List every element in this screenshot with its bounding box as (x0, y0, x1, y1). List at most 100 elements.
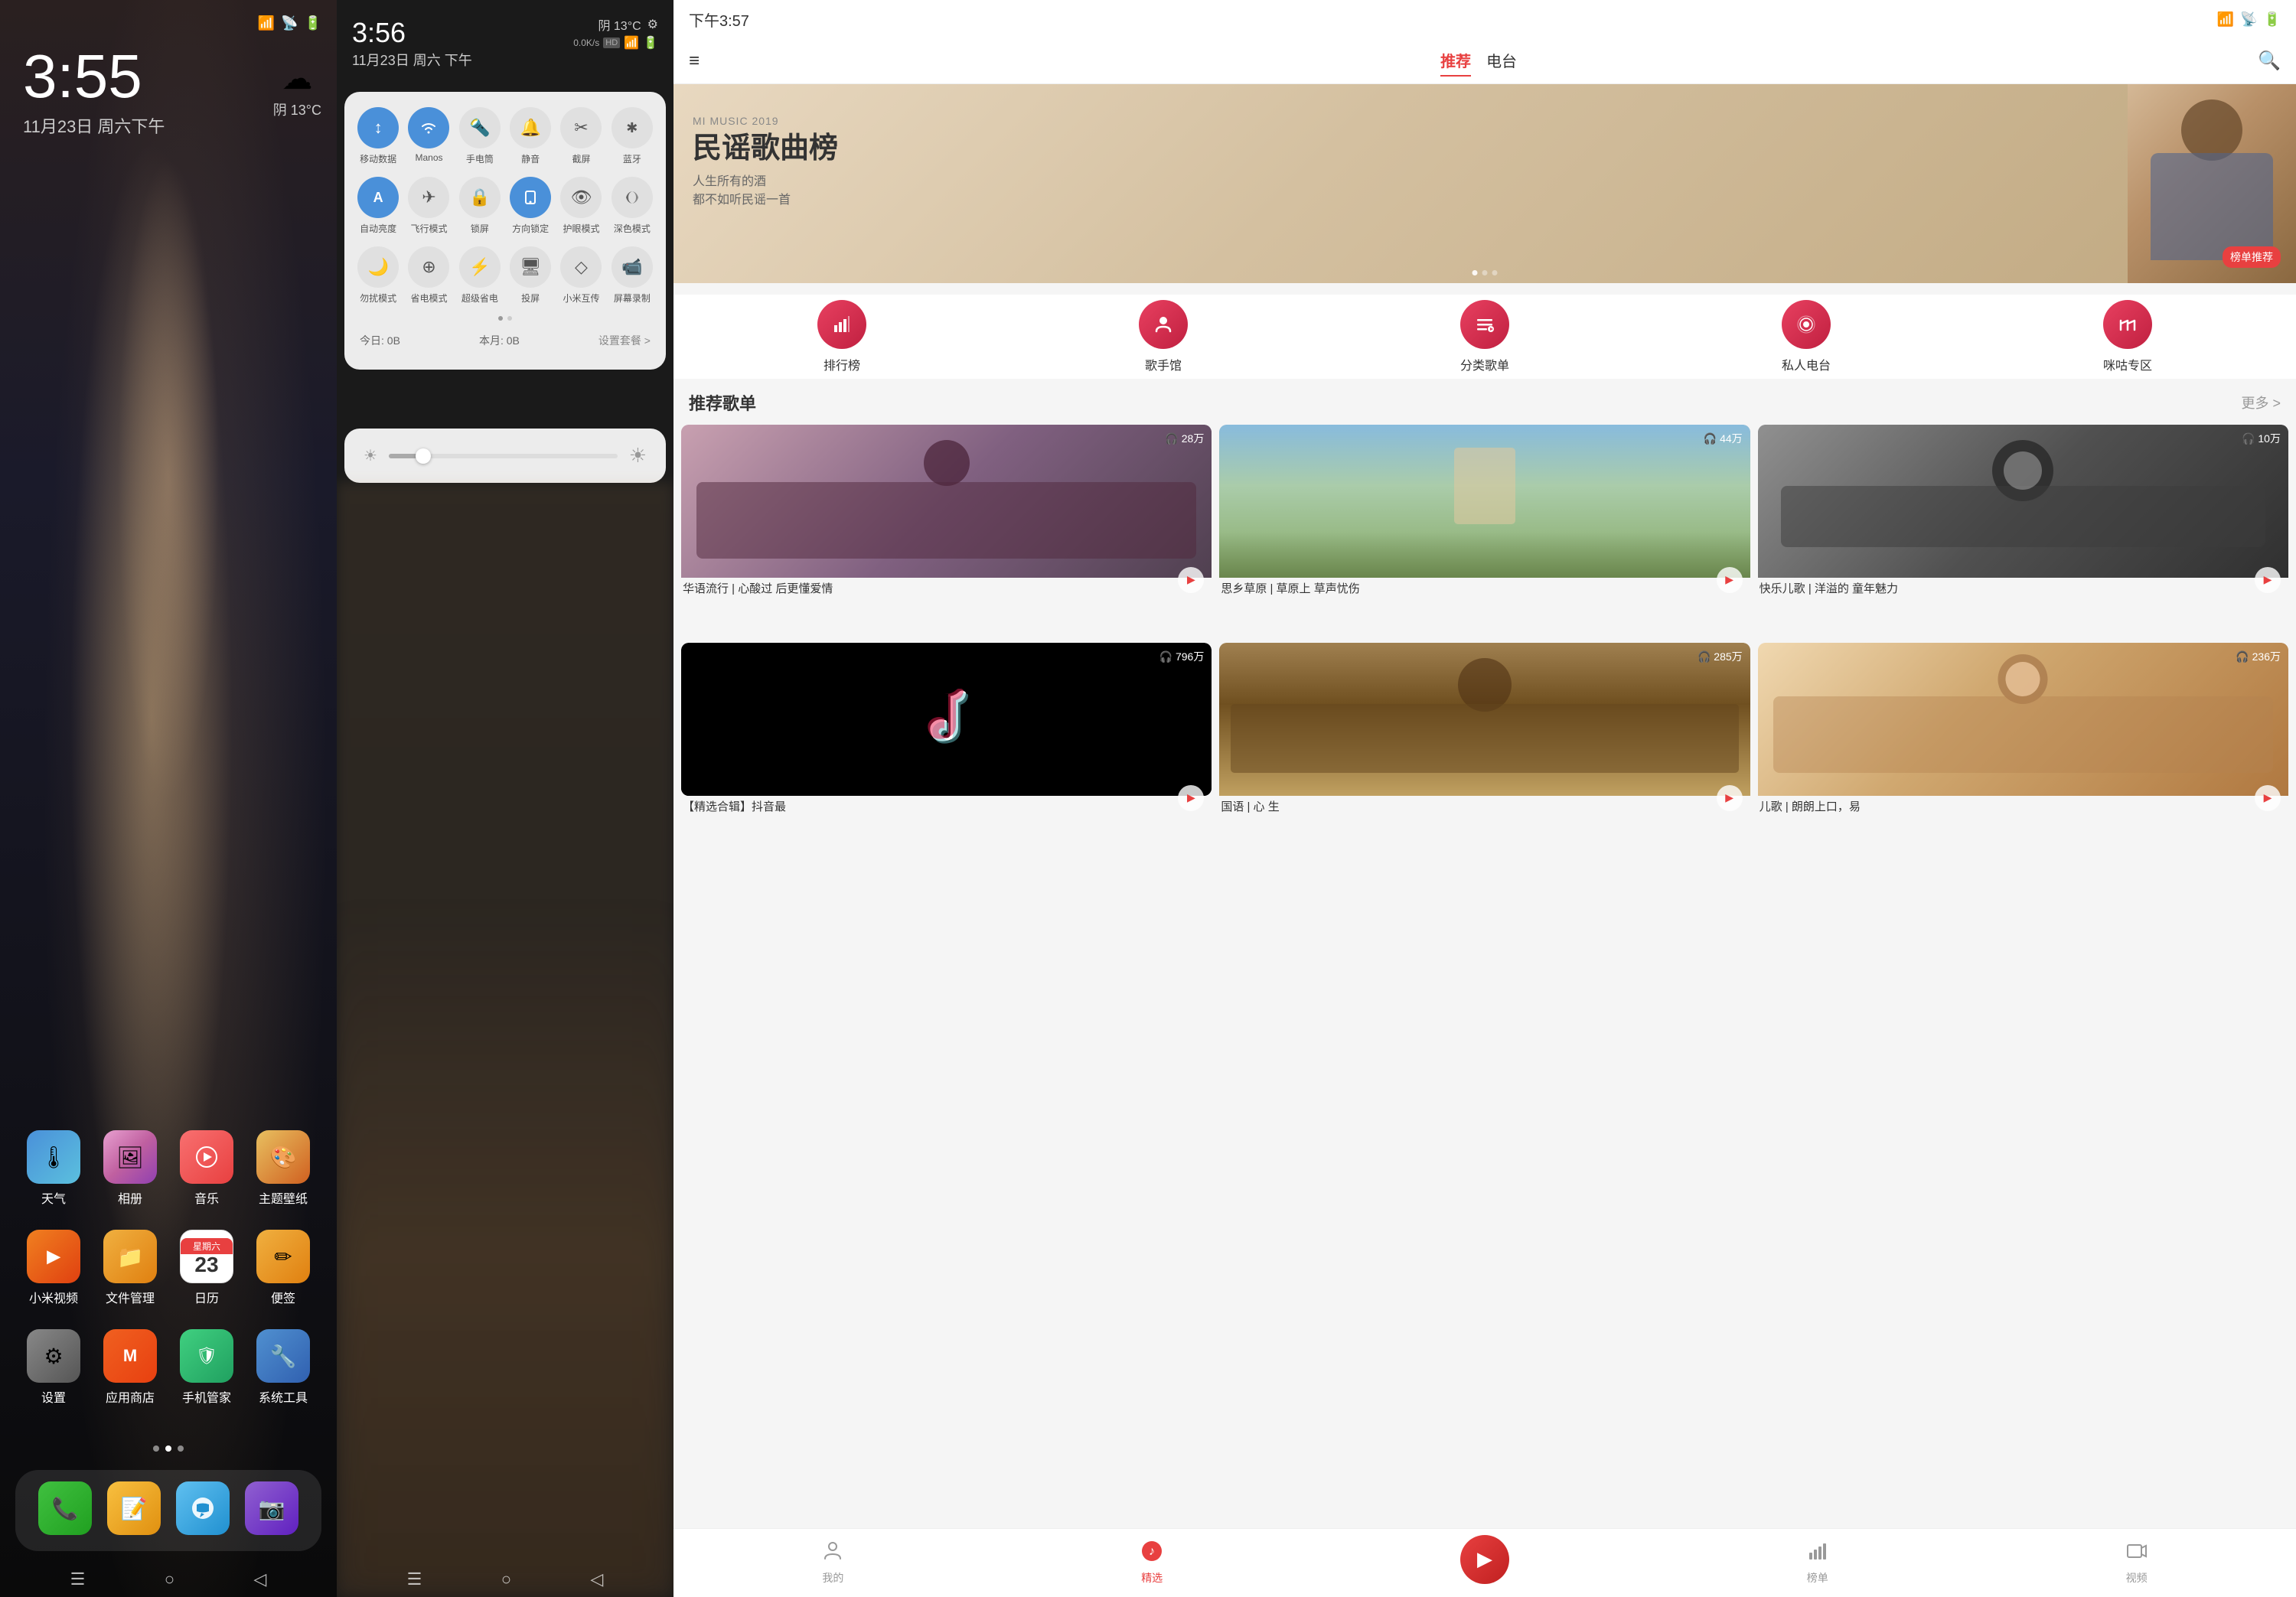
play-center-button[interactable]: ▶ (1460, 1535, 1509, 1584)
nav-home-icon[interactable]: ○ (165, 1569, 174, 1589)
app-settings[interactable]: ⚙ 设置 (23, 1329, 84, 1406)
cat-migu[interactable]: 咪咕专区 (2103, 300, 2152, 373)
qs-orientation[interactable]: 方向锁定 (508, 177, 553, 235)
qs-dnd-btn[interactable]: 🌙 (357, 246, 399, 288)
qs-airplane-btn[interactable]: ✈ (408, 177, 449, 218)
qs-screen-record-btn[interactable]: 📹 (612, 246, 653, 288)
app-photos[interactable]: 🖼 相册 (99, 1130, 161, 1207)
bnav-mine-label: 我的 (822, 1570, 843, 1586)
song-card-2[interactable]: 🎧 44万 ▶ 思乡草原 | 草原上 草声忧伤 (1219, 425, 1750, 601)
qs-page-dots (356, 316, 654, 321)
qs-mobile-data-btn[interactable]: ↕ (357, 107, 399, 148)
qs-cast[interactable]: 🖥 投屏 (508, 246, 553, 305)
song-card-4[interactable]: 🎧 796万 ▶ 【精选合辑】抖音最 (681, 643, 1212, 819)
qs-screenshot-btn[interactable]: ✂ (560, 107, 602, 148)
play-btn-1[interactable]: ▶ (1178, 567, 1204, 593)
nav2-menu-icon[interactable]: ☰ (407, 1569, 422, 1589)
app-mivideo[interactable]: ▶ 小米视频 (23, 1230, 84, 1306)
app-theme[interactable]: 🎨 主题壁纸 (253, 1130, 314, 1207)
qs-battery-saver-btn[interactable]: ⊕ (408, 246, 449, 288)
app-weather[interactable]: 🌡 天气 (23, 1130, 84, 1207)
qs-mobile-data[interactable]: ↕ 移动数据 (356, 107, 400, 165)
cat-playlists[interactable]: 分类歌单 (1460, 300, 1509, 373)
dock-phone[interactable]: 📞 (34, 1481, 96, 1540)
cat-personal-radio[interactable]: 私人电台 (1782, 300, 1831, 373)
qs-darkmode[interactable]: 深色模式 (610, 177, 654, 235)
dot-2-active (165, 1445, 171, 1452)
app-photos-label: 相册 (118, 1188, 142, 1207)
qs-screenshot[interactable]: ✂ 截屏 (559, 107, 603, 165)
dock-notes[interactable]: 📝 (103, 1481, 165, 1540)
qs-auto-brightness-btn[interactable]: A (357, 177, 399, 218)
bottom-nav: 我的 ♪ 精选 ▶ 榜单 视频 (673, 1528, 2296, 1597)
qs-mi-transfer-btn[interactable]: ◇ (560, 246, 602, 288)
qs-screen-record[interactable]: 📹 屏幕录制 (610, 246, 654, 305)
qs-dnd[interactable]: 🌙 勿扰模式 (356, 246, 400, 305)
tab-recommended[interactable]: 推荐 (1440, 45, 1471, 77)
tab-radio[interactable]: 电台 (1486, 45, 1517, 77)
dock-camera[interactable]: 📷 (241, 1481, 302, 1540)
search-icon-btn[interactable]: 🔍 (2258, 50, 2281, 72)
qs-ultra-saver-btn[interactable]: ⚡ (459, 246, 501, 288)
song-card-1[interactable]: 🎧 28万 ▶ 华语流行 | 心酸过 后更懂爱情 (681, 425, 1212, 601)
nav-back-icon[interactable]: ◁ (253, 1569, 266, 1589)
app-music[interactable]: 音乐 (176, 1130, 237, 1207)
qs-wifi[interactable]: Manos (406, 107, 451, 165)
cat-charts[interactable]: 排行榜 (817, 300, 866, 373)
bnav-charts[interactable]: 榜单 (1807, 1540, 1828, 1586)
song-thumb-4 (681, 643, 1212, 796)
app-files[interactable]: 📁 文件管理 (99, 1230, 161, 1306)
app-phonemaster-label: 手机管家 (182, 1387, 231, 1406)
qs-lockscreen[interactable]: 🔒 锁屏 (458, 177, 502, 235)
song-card-6[interactable]: 🎧 236万 ▶ 儿歌 | 朗朗上口，易 (1758, 643, 2288, 819)
qs-orientation-btn[interactable] (510, 177, 551, 218)
bnav-mine[interactable]: 我的 (822, 1540, 843, 1586)
song-card-5[interactable]: 🎧 285万 ▶ 国语 | 心 生 (1219, 643, 1750, 819)
app-calendar[interactable]: 星期六 23 日历 (176, 1230, 237, 1306)
qs-wifi-btn[interactable] (408, 107, 449, 148)
qs-flashlight[interactable]: 🔦 手电筒 (458, 107, 502, 165)
song-info-1: 华语流行 | 心酸过 后更懂爱情 (681, 578, 1212, 601)
qs-mi-transfer[interactable]: ◇ 小米互传 (559, 246, 603, 305)
song-card-3[interactable]: 🎧 10万 ▶ 快乐儿歌 | 洋溢的 童年魅力 (1758, 425, 2288, 601)
brightness-bar[interactable] (389, 454, 618, 458)
nav2-back-icon[interactable]: ◁ (590, 1569, 603, 1589)
nav-menu-icon[interactable]: ☰ (70, 1569, 86, 1589)
qs-battery-saver[interactable]: ⊕ 省电模式 (406, 246, 451, 305)
dock-messages[interactable] (172, 1481, 233, 1540)
cat-artists[interactable]: 歌手馆 (1139, 300, 1188, 373)
app-notes[interactable]: ✏ 便签 (253, 1230, 314, 1306)
settings-btn[interactable]: ⚙ (647, 17, 658, 32)
hamburger-menu-icon[interactable]: ≡ (689, 51, 700, 72)
banner-card[interactable]: MI MUSIC 2019 民谣歌曲榜 人生所有的酒 都不如听民谣一首 榜单推荐 (673, 84, 2296, 283)
qs-mute-btn[interactable]: 🔔 (510, 107, 551, 148)
app-phonemaster[interactable]: 🛡 手机管家 (176, 1329, 237, 1406)
bnav-video-label: 视频 (2126, 1570, 2148, 1586)
play-btn-3[interactable]: ▶ (2255, 567, 2281, 593)
data-settings-link[interactable]: 设置套餐 > (598, 333, 651, 348)
bnav-play[interactable]: ▶ (1460, 1535, 1509, 1592)
qs-bluetooth-btn[interactable]: ✱ (612, 107, 653, 148)
bnav-featured[interactable]: ♪ 精选 (1141, 1540, 1163, 1586)
song-play-count-6: 🎧 236万 (2236, 649, 2281, 664)
play-btn-2[interactable]: ▶ (1717, 567, 1743, 593)
qs-auto-brightness[interactable]: A 自动亮度 (356, 177, 400, 235)
brightness-thumb[interactable] (416, 448, 431, 464)
qs-flashlight-btn[interactable]: 🔦 (459, 107, 501, 148)
qs-darkmode-btn[interactable] (612, 177, 653, 218)
app-appstore[interactable]: M 应用商店 (99, 1329, 161, 1406)
qs-ultra-saver[interactable]: ⚡ 超级省电 (458, 246, 502, 305)
play-btn-5[interactable]: ▶ (1717, 785, 1743, 811)
qs-cast-btn[interactable]: 🖥 (510, 246, 551, 288)
app-tools[interactable]: 🔧 系统工具 (253, 1329, 314, 1406)
qs-eyecare[interactable]: 👁 护眼模式 (559, 177, 603, 235)
bnav-video[interactable]: 视频 (2126, 1540, 2148, 1586)
play-btn-6[interactable]: ▶ (2255, 785, 2281, 811)
qs-lockscreen-btn[interactable]: 🔒 (459, 177, 501, 218)
qs-bluetooth[interactable]: ✱ 蓝牙 (610, 107, 654, 165)
qs-mute[interactable]: 🔔 静音 (508, 107, 553, 165)
nav2-home-icon[interactable]: ○ (501, 1569, 511, 1589)
more-link[interactable]: 更多 > (2241, 393, 2281, 412)
qs-airplane[interactable]: ✈ 飞行模式 (406, 177, 451, 235)
qs-eyecare-btn[interactable]: 👁 (560, 177, 602, 218)
